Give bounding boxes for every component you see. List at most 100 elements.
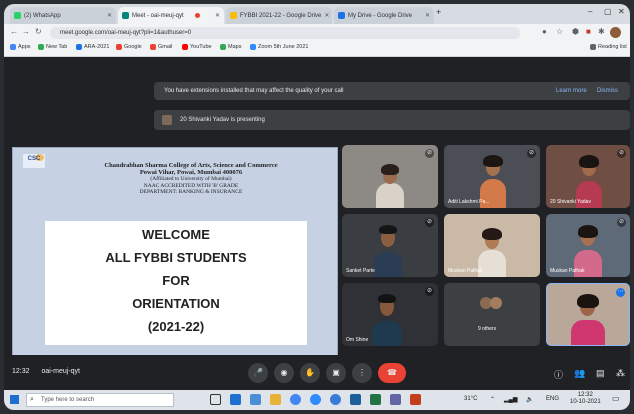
- window-close-icon[interactable]: ✕: [618, 7, 625, 16]
- learn-more-link[interactable]: Learn more: [556, 82, 587, 100]
- whatsapp-icon: [14, 12, 21, 19]
- tab-my-drive[interactable]: My Drive - Google Drive ✕: [334, 7, 434, 24]
- banner-text: You have extensions installed that may a…: [164, 88, 344, 94]
- self-view-tile[interactable]: ⋯: [546, 283, 630, 346]
- chat-icon[interactable]: ▤: [596, 368, 605, 379]
- word-icon[interactable]: [350, 394, 361, 405]
- taskbar-search-input[interactable]: ⌕ Type here to search: [26, 393, 174, 407]
- bookmark-new-tab[interactable]: New Tab: [38, 44, 67, 50]
- mail-icon[interactable]: [230, 394, 241, 405]
- bookmark-label: YouTube: [190, 44, 212, 50]
- bookmark-label: ARA-2021: [84, 44, 110, 50]
- close-icon[interactable]: ✕: [212, 12, 220, 19]
- network-icon[interactable]: ▂▄▆: [504, 396, 517, 403]
- maps-icon: [220, 44, 226, 50]
- clock-date: 10-10-2021: [570, 399, 601, 405]
- new-tab-button[interactable]: +: [436, 7, 441, 17]
- participant-tile[interactable]: Muskan Pathak: [444, 214, 540, 277]
- microphone-button[interactable]: 🎤: [248, 363, 268, 383]
- more-options-button[interactable]: ⋮: [352, 363, 372, 383]
- tab-label: My Drive - Google Drive: [348, 12, 413, 19]
- participant-name: 20 Shivanki Yadav: [550, 199, 591, 205]
- puzzle-icon[interactable]: ✱: [598, 27, 605, 36]
- participant-tile[interactable]: ⊘ Aditi Lakshmi Pa...: [444, 145, 540, 208]
- maximize-icon[interactable]: ▢: [604, 7, 612, 16]
- close-icon[interactable]: ✕: [104, 12, 112, 19]
- bookmark-apps[interactable]: Apps: [10, 44, 31, 50]
- back-icon[interactable]: ←: [10, 27, 18, 36]
- participant-name: Aditi Lakshmi Pa...: [448, 199, 490, 205]
- star-icon[interactable]: ☆: [556, 27, 563, 36]
- logo-text: CSC: [27, 156, 41, 162]
- bookmark-label: New Tab: [46, 44, 68, 50]
- presenting-bar: 20 Shivanki Yadav is presenting: [154, 110, 630, 130]
- college-logo: CSC: [23, 154, 45, 168]
- reload-icon[interactable]: ↻: [35, 27, 42, 36]
- meeting-details: 12:32 oai-meuj-qyt: [12, 368, 90, 375]
- others-tile[interactable]: 9 others: [444, 283, 540, 346]
- camera-indicator-icon[interactable]: ●: [542, 27, 547, 36]
- powerpoint-icon[interactable]: [410, 394, 421, 405]
- reading-list[interactable]: Reading list: [590, 44, 627, 50]
- temperature[interactable]: 31°C: [464, 396, 477, 402]
- present-button[interactable]: ▣: [326, 363, 346, 383]
- extension-icon[interactable]: ■: [586, 27, 591, 36]
- language[interactable]: ENG: [546, 396, 559, 402]
- file-explorer-icon[interactable]: [270, 394, 281, 405]
- leave-call-button[interactable]: ☎: [378, 363, 406, 383]
- participant-tile[interactable]: ⊘ Om Shine: [342, 283, 438, 346]
- bookmark-maps[interactable]: Maps: [220, 44, 241, 50]
- welcome-line: ORIENTATION: [132, 296, 220, 311]
- close-icon[interactable]: ✕: [422, 12, 430, 19]
- chrome-profile-icon[interactable]: [330, 394, 341, 405]
- participant-tile[interactable]: ⊘ Sanket Parte: [342, 214, 438, 277]
- camera-button[interactable]: ◉: [274, 363, 294, 383]
- meeting-time: 12:32: [12, 368, 30, 375]
- store-icon[interactable]: [250, 394, 261, 405]
- bookmark-zoom[interactable]: Zoom 5th June 2021: [250, 44, 308, 50]
- people-icon[interactable]: 👥: [574, 368, 585, 379]
- gmail-icon: [150, 44, 156, 50]
- bookmark-label: Apps: [18, 44, 31, 50]
- participant-tile[interactable]: ⊘: [342, 145, 438, 208]
- participant-tile[interactable]: ⊘ Muskan Pathak: [546, 214, 630, 277]
- activities-icon[interactable]: ⁂: [616, 368, 625, 379]
- dismiss-button[interactable]: Dismiss: [597, 82, 618, 100]
- teams-icon[interactable]: [390, 394, 401, 405]
- tab-whatsapp[interactable]: (2) WhatsApp ✕: [10, 7, 116, 24]
- avatar: [490, 297, 502, 309]
- bookmark-label: Google: [124, 44, 142, 50]
- tab-drive-fybbi[interactable]: FYBBI 2021-22 - Google Drive ✕: [226, 7, 332, 24]
- bookmark-ara[interactable]: ARA-2021: [76, 44, 109, 50]
- more-options-icon[interactable]: ⋯: [616, 288, 625, 297]
- chrome-icon[interactable]: [290, 394, 301, 405]
- minimize-icon[interactable]: –: [588, 7, 592, 16]
- clock[interactable]: 12:32 10-10-2021: [570, 392, 601, 406]
- doc-icon: [76, 44, 82, 50]
- bookmark-gmail[interactable]: Gmail: [150, 44, 172, 50]
- windows-taskbar: ⌕ Type here to search 31°C ⌃ ▂▄▆ 🔈 ENG 1…: [4, 390, 630, 410]
- info-icon[interactable]: ⓘ: [554, 368, 563, 381]
- tab-meet[interactable]: Meet - oai-meuj-qyt ✕: [118, 7, 224, 24]
- notifications-icon[interactable]: ▭: [612, 394, 620, 403]
- participant-tile[interactable]: ⊘ 20 Shivanki Yadav: [546, 145, 630, 208]
- bookmark-youtube[interactable]: YouTube: [182, 44, 212, 50]
- participant-name: Muskan Pathak: [550, 268, 585, 274]
- mic-off-icon: ⊘: [617, 218, 626, 227]
- tray-arrow-icon[interactable]: ⌃: [490, 396, 495, 403]
- raise-hand-button[interactable]: ✋: [300, 363, 320, 383]
- bookmark-google[interactable]: Google: [116, 44, 142, 50]
- forward-icon[interactable]: →: [22, 27, 30, 36]
- url-field[interactable]: meet.google.com/oai-meuj-qyt?pli=1&authu…: [50, 27, 520, 39]
- close-icon[interactable]: ✕: [321, 12, 329, 19]
- windows-start-icon[interactable]: [10, 395, 19, 404]
- extension-icon[interactable]: ⬢: [572, 27, 579, 36]
- task-view-icon[interactable]: [210, 394, 221, 405]
- mic-off-icon: ⊘: [425, 218, 434, 227]
- college-header: Chandrabhan Sharma College of Arts, Scie…: [53, 162, 329, 196]
- volume-icon[interactable]: 🔈: [526, 396, 533, 403]
- edge-icon[interactable]: [310, 394, 321, 405]
- presenter-avatar: [162, 115, 172, 125]
- excel-icon[interactable]: [370, 394, 381, 405]
- profile-avatar[interactable]: [610, 27, 621, 38]
